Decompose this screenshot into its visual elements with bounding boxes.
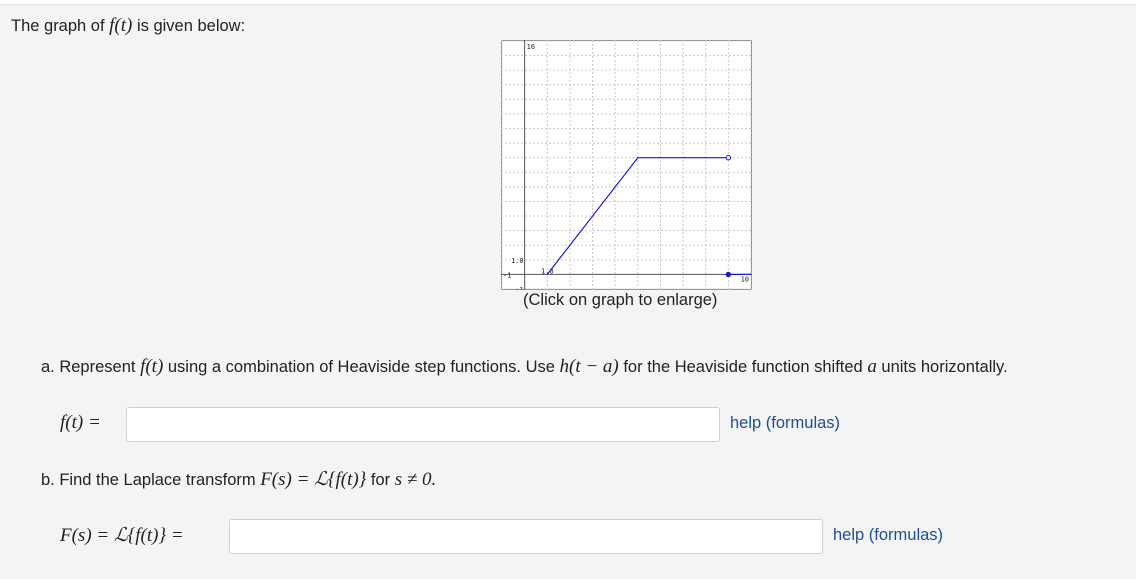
part-a-ft: f(t)	[140, 356, 164, 377]
part-b-prompt: b. Find the Laplace transform F(s) = ℒ{f…	[41, 468, 436, 491]
tick-label-y-min: -1	[515, 286, 523, 290]
intro-post: is given below:	[132, 17, 246, 35]
intro-text: The graph of f(t) is given below:	[11, 15, 245, 37]
answer-b-label: F(s) = ℒ{f(t)} =	[60, 525, 184, 546]
help-formulas-link-a[interactable]: help (formulas)	[730, 414, 840, 433]
part-b-eq: F(s) = ℒ{f(t)}	[260, 469, 367, 490]
part-a-text2: for the Heaviside function shifted	[618, 358, 868, 376]
part-a-text3: units horizontally.	[876, 358, 1008, 376]
tick-label-y-one: 1.0	[511, 257, 524, 265]
part-b-cond: s ≠ 0.	[394, 469, 437, 490]
graph-svg[interactable]: 161.01.010-1-1	[501, 40, 752, 290]
intro-math: f(t)	[109, 15, 133, 36]
part-b-prefix: b. Find the Laplace transform	[41, 471, 261, 489]
top-divider	[0, 0, 1136, 5]
tick-label-x-max: 10	[741, 275, 749, 283]
series-startpoint-closed	[725, 271, 732, 278]
series-endpoint-open	[725, 155, 732, 161]
answer-b-input[interactable]	[229, 519, 823, 554]
part-a-var-a: a	[867, 356, 877, 377]
part-a-heaviside: h(t − a)	[559, 356, 619, 377]
answer-a-label: f(t) =	[60, 412, 101, 433]
graph-caption: (Click on graph to enlarge)	[523, 291, 718, 309]
answer-a-input[interactable]	[126, 407, 720, 442]
part-a-prompt: a. Represent f(t) using a combination of…	[41, 356, 1008, 378]
intro-pre: The graph of	[11, 17, 110, 35]
part-b-text1: for	[366, 471, 395, 489]
help-formulas-link-b[interactable]: help (formulas)	[833, 526, 943, 545]
tick-label-x-min: -1	[503, 271, 511, 279]
tick-label-y-max: 16	[527, 43, 535, 51]
graph-frame	[501, 40, 752, 290]
part-a-text1: using a combination of Heaviside step fu…	[163, 358, 560, 376]
part-a-prefix: a. Represent	[41, 358, 141, 376]
graph-thumbnail[interactable]: 16 1.0 1.0 10 -1 -1	[501, 40, 752, 290]
